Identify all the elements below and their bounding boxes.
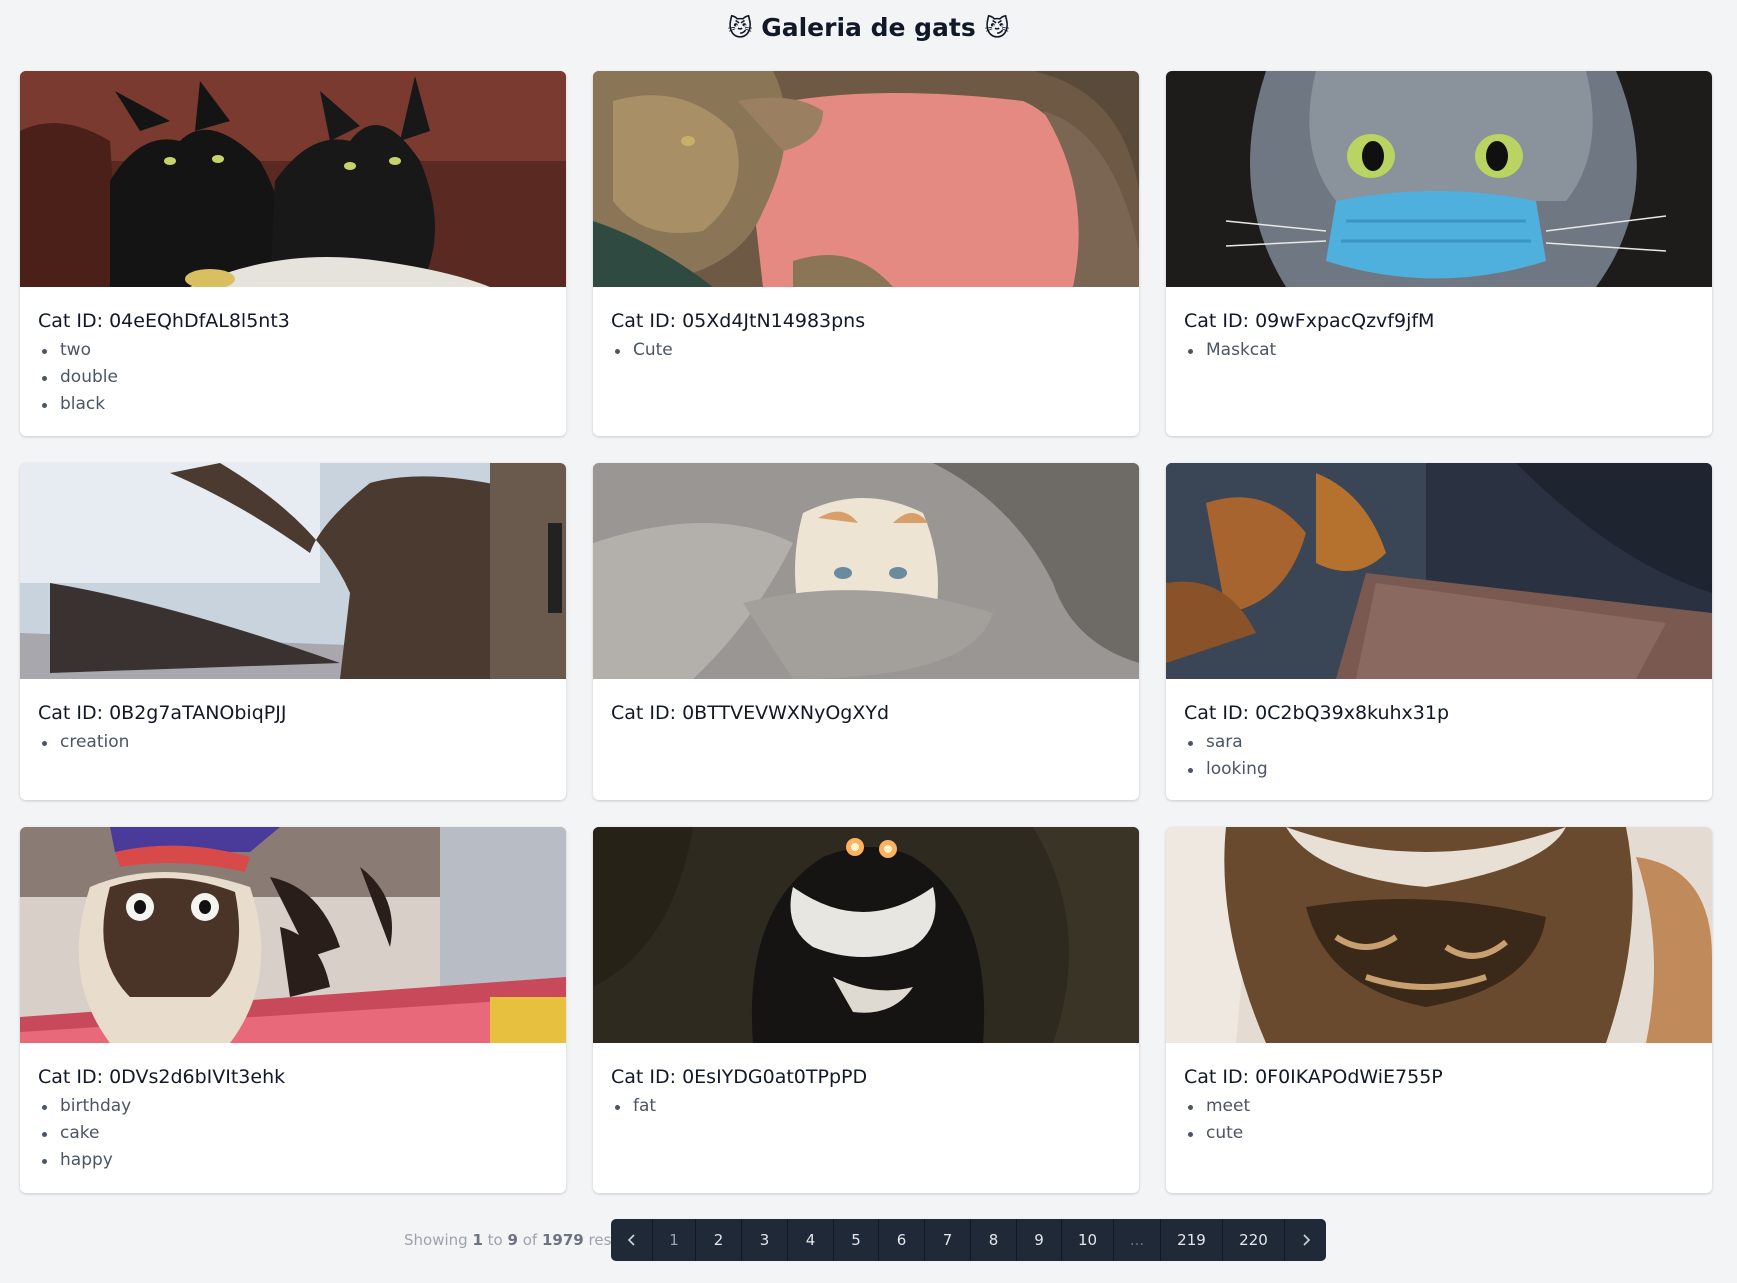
tag-list: two double black bbox=[38, 337, 548, 418]
tag-list: Maskcat bbox=[1184, 337, 1694, 364]
cat-id-label: Cat ID: 0EsIYDG0at0TPpPD bbox=[611, 1066, 868, 1088]
page-title: 😼 Galeria de gats 😼 bbox=[0, 12, 1737, 44]
cat-photo[interactable] bbox=[20, 827, 566, 1043]
chevron-left-icon bbox=[627, 1234, 635, 1246]
tag-item: looking bbox=[1184, 756, 1694, 783]
tag-item: fat bbox=[611, 1093, 1121, 1120]
page-button[interactable]: 5 bbox=[834, 1219, 879, 1261]
cat-id-label: Cat ID: 0BTTVEVWXNyOgXYd bbox=[611, 702, 890, 724]
cat-emoji-icon: 😼 bbox=[984, 14, 1010, 42]
tag-list: creation bbox=[38, 729, 548, 756]
cat-id-label: Cat ID: 09wFxpacQzvf9jfM bbox=[1184, 310, 1435, 332]
cat-card[interactable]: Cat ID: 09wFxpacQzvf9jfM Maskcat bbox=[1166, 71, 1712, 436]
tag-list: birthday cake happy bbox=[38, 1093, 548, 1174]
cat-gallery-grid: Cat ID: 04eEQhDfAL8l5nt3 two double blac… bbox=[20, 71, 1712, 1193]
page-button[interactable]: 6 bbox=[879, 1219, 925, 1261]
cat-emoji-icon: 😼 bbox=[727, 14, 753, 42]
page-button[interactable]: 2 bbox=[696, 1219, 742, 1261]
cat-photo[interactable] bbox=[1166, 71, 1712, 287]
tag-item: cake bbox=[38, 1120, 548, 1147]
page-button[interactable]: 8 bbox=[971, 1219, 1017, 1261]
pagination: 1 2 3 4 5 6 7 8 9 10 ... 219 220 bbox=[611, 1219, 1326, 1261]
cat-photo[interactable] bbox=[20, 71, 566, 287]
results-summary: Showing 1 to 9 of 1979 results bbox=[404, 1231, 639, 1249]
tag-item: black bbox=[38, 391, 548, 418]
tag-list: sara looking bbox=[1184, 729, 1694, 783]
page-button[interactable]: 7 bbox=[925, 1219, 971, 1261]
range-from: 1 bbox=[472, 1231, 483, 1249]
tag-item: two bbox=[38, 337, 548, 364]
page-button[interactable]: 10 bbox=[1062, 1219, 1114, 1261]
tag-list: Cute bbox=[611, 337, 1121, 364]
cat-card[interactable]: Cat ID: 0C2bQ39x8kuhx31p sara looking bbox=[1166, 463, 1712, 800]
range-to: 9 bbox=[507, 1231, 518, 1249]
tag-item: creation bbox=[38, 729, 548, 756]
cat-card[interactable]: Cat ID: 0BTTVEVWXNyOgXYd bbox=[593, 463, 1139, 800]
prev-page-button[interactable] bbox=[611, 1219, 653, 1261]
tag-item: double bbox=[38, 364, 548, 391]
cat-card[interactable]: Cat ID: 0EsIYDG0at0TPpPD fat bbox=[593, 827, 1139, 1193]
chevron-right-icon bbox=[1302, 1234, 1310, 1246]
page-button[interactable]: 3 bbox=[742, 1219, 788, 1261]
cat-card[interactable]: Cat ID: 04eEQhDfAL8l5nt3 two double blac… bbox=[20, 71, 566, 436]
page-button[interactable]: 9 bbox=[1017, 1219, 1062, 1261]
cat-card[interactable]: Cat ID: 0B2g7aTANObiqPJJ creation bbox=[20, 463, 566, 800]
tag-list: fat bbox=[611, 1093, 1121, 1120]
cat-photo[interactable] bbox=[1166, 827, 1712, 1043]
cat-photo[interactable] bbox=[593, 827, 1139, 1043]
next-page-button[interactable] bbox=[1285, 1219, 1326, 1261]
cat-card[interactable]: Cat ID: 05Xd4JtN14983pns Cute bbox=[593, 71, 1139, 436]
tag-item: happy bbox=[38, 1147, 548, 1174]
tag-item: Cute bbox=[611, 337, 1121, 364]
cat-photo[interactable] bbox=[20, 463, 566, 679]
cat-id-label: Cat ID: 0B2g7aTANObiqPJJ bbox=[38, 702, 287, 724]
tag-item: sara bbox=[1184, 729, 1694, 756]
tag-item: cute bbox=[1184, 1120, 1694, 1147]
cat-photo[interactable] bbox=[1166, 463, 1712, 679]
cat-id-label: Cat ID: 05Xd4JtN14983pns bbox=[611, 310, 866, 332]
page-button[interactable]: 220 bbox=[1223, 1219, 1285, 1261]
cat-id-label: Cat ID: 0C2bQ39x8kuhx31p bbox=[1184, 702, 1450, 724]
page-ellipsis: ... bbox=[1114, 1219, 1161, 1261]
tag-item: meet bbox=[1184, 1093, 1694, 1120]
cat-card[interactable]: Cat ID: 0DVs2d6bIVIt3ehk birthday cake h… bbox=[20, 827, 566, 1193]
page-button[interactable]: 4 bbox=[788, 1219, 834, 1261]
cat-id-label: Cat ID: 04eEQhDfAL8l5nt3 bbox=[38, 310, 290, 332]
page-title-text: Galeria de gats bbox=[761, 13, 976, 42]
tag-item: birthday bbox=[38, 1093, 548, 1120]
cat-id-label: Cat ID: 0F0IKAPOdWiE755P bbox=[1184, 1066, 1443, 1088]
page-button[interactable]: 1 bbox=[653, 1219, 696, 1261]
cat-card[interactable]: Cat ID: 0F0IKAPOdWiE755P meet cute bbox=[1166, 827, 1712, 1193]
cat-id-label: Cat ID: 0DVs2d6bIVIt3ehk bbox=[38, 1066, 286, 1088]
page-button[interactable]: 219 bbox=[1161, 1219, 1223, 1261]
cat-photo[interactable] bbox=[593, 71, 1139, 287]
tag-list: meet cute bbox=[1184, 1093, 1694, 1147]
cat-photo[interactable] bbox=[593, 463, 1139, 679]
total-results: 1979 bbox=[541, 1231, 584, 1249]
tag-item: Maskcat bbox=[1184, 337, 1694, 364]
